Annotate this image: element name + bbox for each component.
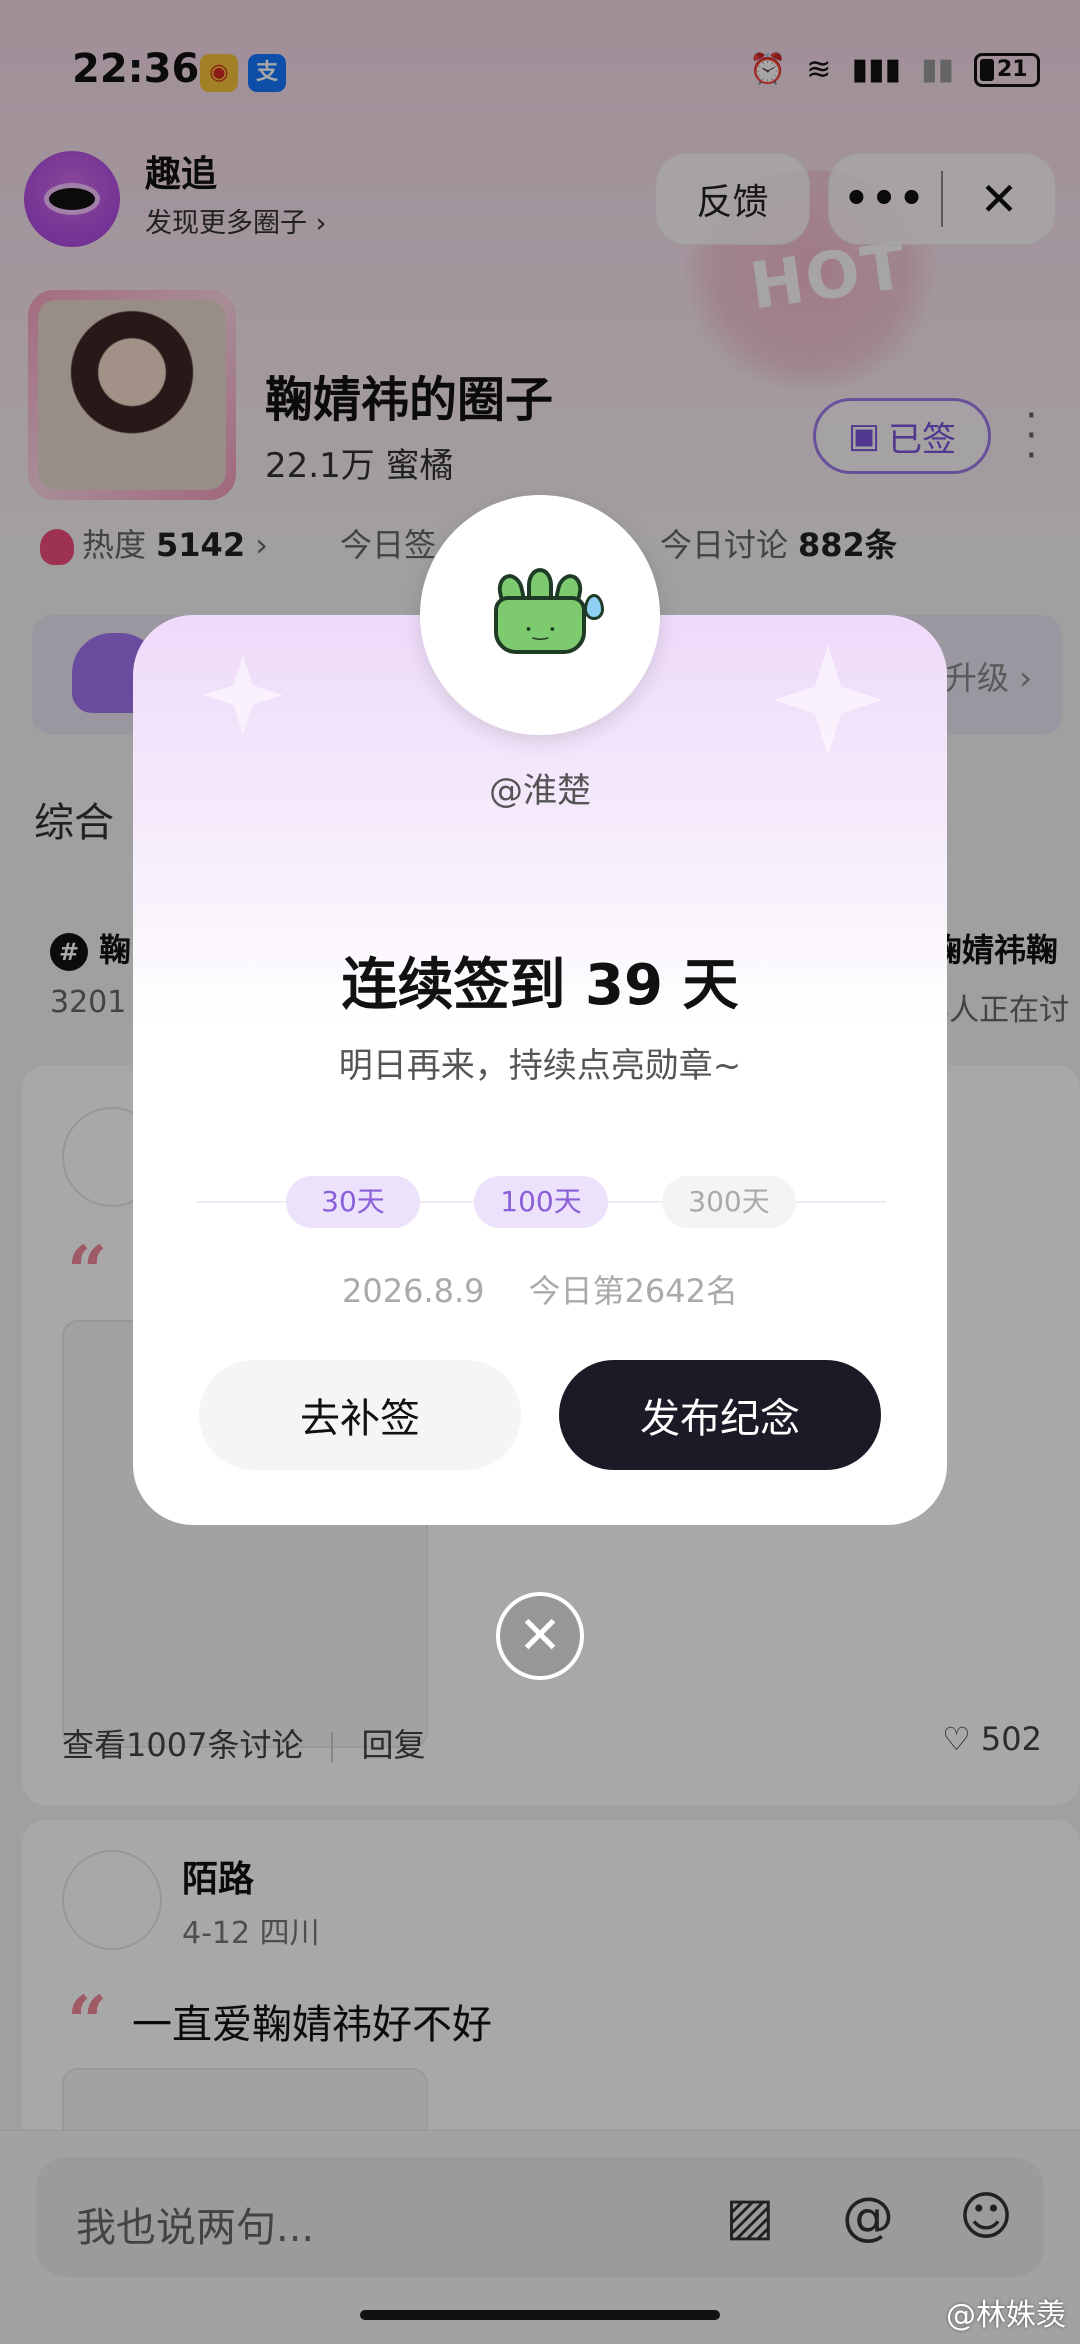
checkin-rank: 今日第2642名 (528, 1272, 738, 1310)
checkin-date: 2026.8.9 (342, 1272, 485, 1310)
star-decoration (773, 645, 883, 755)
user-handle: @淮楚 (489, 771, 591, 811)
milestone-300: 300天 (662, 1176, 796, 1228)
close-modal-button[interactable]: ✕ (496, 1592, 584, 1680)
publish-memorial-button[interactable]: 发布纪念 (559, 1360, 881, 1470)
star-decoration (203, 655, 283, 735)
home-indicator[interactable] (360, 2310, 720, 2320)
streak-subtitle: 明日再来，持续点亮勋章~ (338, 1046, 742, 1086)
milestone-30: 30天 (286, 1176, 420, 1228)
watermark: @林姝羡 (946, 2298, 1066, 2333)
user-avatar-badge: ･‿･ (420, 495, 660, 735)
streak-title: 连续签到 39 天 (341, 953, 739, 1018)
milestone-track: 30天 100天 300天 (196, 1176, 886, 1228)
plant-mascot-icon: ･‿･ (488, 568, 604, 656)
milestone-100: 100天 (474, 1176, 608, 1228)
checkin-date-row: 2026.8.9 今日第2642名 (0, 1266, 1080, 1312)
makeup-signin-button[interactable]: 去补签 (199, 1360, 521, 1470)
